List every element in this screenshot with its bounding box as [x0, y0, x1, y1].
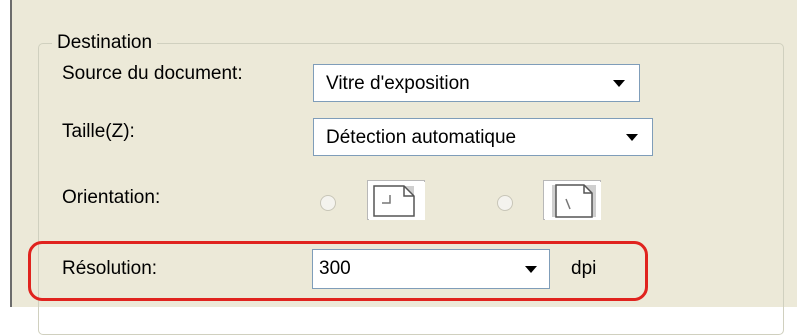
landscape-orientation-icon — [543, 180, 601, 220]
resolution-label: Résolution: — [62, 258, 158, 279]
resolution-value: 300 — [319, 258, 351, 279]
resolution-combo[interactable]: 300 — [312, 249, 550, 289]
portrait-orientation-icon — [367, 180, 425, 220]
size-select[interactable]: Détection automatique — [313, 118, 653, 156]
source-select[interactable]: Vitre d'exposition — [313, 64, 640, 102]
orientation-label: Orientation: — [62, 187, 161, 208]
chevron-down-icon — [525, 266, 537, 273]
chevron-down-icon — [626, 134, 638, 141]
size-value: Détection automatique — [326, 127, 517, 148]
size-label: Taille(Z): — [62, 121, 135, 142]
resolution-unit: dpi — [571, 258, 597, 279]
orientation-landscape-radio[interactable] — [497, 195, 513, 211]
source-label: Source du document: — [62, 63, 243, 84]
orientation-portrait-radio[interactable] — [320, 195, 336, 211]
source-value: Vitre d'exposition — [326, 73, 470, 94]
chevron-down-icon — [613, 80, 625, 87]
destination-group-title: Destination — [52, 31, 158, 55]
left-panel-edge — [0, 0, 12, 307]
